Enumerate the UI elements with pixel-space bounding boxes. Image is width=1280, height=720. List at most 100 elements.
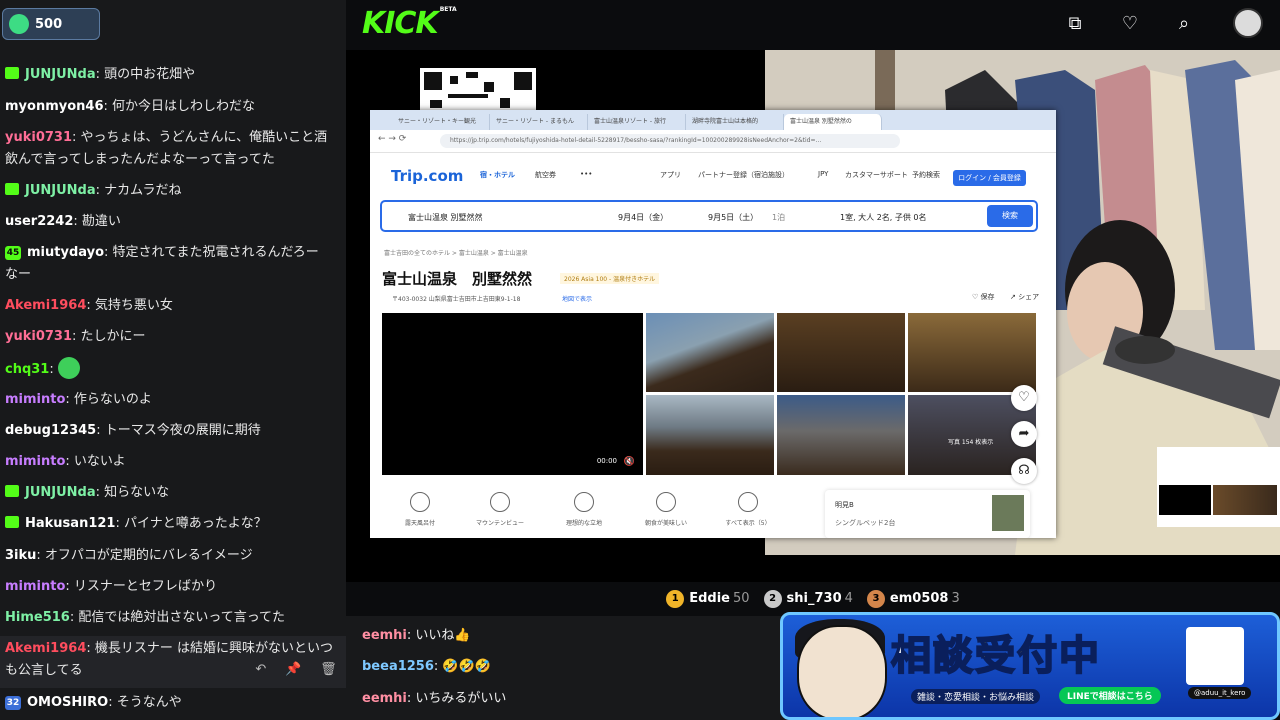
- guests-field[interactable]: 1室, 大人 2名, 子供 0名: [840, 212, 927, 223]
- hotel-photo[interactable]: [646, 395, 774, 475]
- hotel-photo[interactable]: [646, 313, 774, 392]
- chat-username[interactable]: 3iku: [5, 548, 36, 563]
- headset-icon[interactable]: ☊: [1011, 458, 1037, 484]
- tripcom-logo[interactable]: Trip.com: [391, 167, 463, 185]
- nav-bookings[interactable]: 予約検索: [912, 170, 940, 180]
- chat-username[interactable]: JUNJUNda: [25, 485, 96, 500]
- leader-points: 4: [844, 591, 853, 606]
- chat-message: user2242: 勘違い: [5, 214, 121, 229]
- map-link[interactable]: 地図で表示: [562, 294, 592, 303]
- save-button[interactable]: ♡ 保存: [972, 292, 995, 302]
- chat-text: 🤣🤣🤣: [442, 659, 491, 674]
- chat-username[interactable]: OMOSHIRO: [27, 695, 108, 710]
- checkin-date[interactable]: 9月4日（金）: [618, 212, 668, 223]
- leaderboard-entry[interactable]: 1 Eddie 50: [666, 590, 750, 608]
- search-place[interactable]: 富士山温泉 別墅然然: [408, 212, 483, 223]
- consultation-banner: 相談受付中 雑談・恋愛相談・お悩み相談 LINEで相談はこちら @aduu_it…: [780, 612, 1280, 720]
- points-count: 500: [35, 16, 63, 32]
- nav-currency[interactable]: JPY: [818, 170, 828, 178]
- channel-points-button[interactable]: 500: [2, 8, 100, 40]
- hotel-photo[interactable]: [777, 313, 905, 392]
- rank-badge: 1: [666, 590, 685, 608]
- chat-username[interactable]: miminto: [5, 454, 65, 469]
- back-arrow-icon[interactable]: ← → ⟳: [378, 134, 406, 144]
- chat-username[interactable]: miminto: [5, 579, 65, 594]
- overlay-chat-message: beea1256: 🤣🤣🤣: [362, 659, 491, 674]
- chat-username[interactable]: miminto: [5, 392, 65, 407]
- chat-username: eemhi: [362, 628, 407, 643]
- chat-username[interactable]: chq31: [5, 362, 49, 377]
- leaderboard-entry[interactable]: 2 shi_730 4: [763, 590, 853, 608]
- search-icon[interactable]: ⌕: [1172, 12, 1196, 36]
- chat-username[interactable]: JUNJUNda: [25, 67, 96, 82]
- chat-message: yuki0731: やっちょは、うどんさんに、俺酷いこと酒 飲んで言ってしまったん…: [5, 130, 328, 167]
- room-card[interactable]: 明見B シングルベッド2台: [825, 490, 1030, 538]
- chat-username[interactable]: debug12345: [5, 423, 96, 438]
- points-icon: [9, 14, 29, 34]
- browser-tab[interactable]: 湖畔寺院富士山は本格的: [686, 114, 784, 130]
- chat-text: 頭の中お花畑や: [104, 67, 196, 82]
- nav-partner[interactable]: パートナー登録（宿泊施設）: [698, 170, 789, 180]
- chat-username[interactable]: myonmyon46: [5, 99, 104, 114]
- subscriber-badge: 45: [5, 246, 21, 260]
- chat-text: オフパコが定期的にバレるイメージ: [44, 548, 253, 563]
- browser-tab[interactable]: サニー・リゾート・キー観光: [392, 114, 490, 130]
- theater-mode-icon[interactable]: ⧉: [1063, 12, 1087, 36]
- chat-username[interactable]: yuki0731: [5, 329, 72, 344]
- subscriber-gift-icon: [5, 516, 19, 528]
- qr-code-overlay: [420, 68, 536, 112]
- kick-logo[interactable]: KICK BETA: [362, 6, 457, 41]
- chat-username[interactable]: Akemi1964: [5, 298, 86, 313]
- nav-hotels[interactable]: 宿・ホテル: [480, 170, 515, 180]
- chat-text: トーマス今夜の展開に期待: [104, 423, 261, 438]
- share-button[interactable]: ↗ シェア: [1010, 292, 1039, 302]
- chat-username[interactable]: Akemi1964: [5, 641, 86, 656]
- favorite-heart-icon[interactable]: ♡: [1011, 385, 1037, 411]
- browser-tab[interactable]: 富士山温泉リゾート - 旅行: [588, 114, 686, 130]
- chat-message: Akemi1964: 気持ち悪い女: [5, 298, 173, 313]
- nav-app[interactable]: アプリ: [660, 170, 681, 180]
- banner-qr-code: [1186, 627, 1244, 685]
- browser-tab[interactable]: サニー・リゾート - まるもん: [490, 114, 588, 130]
- chat-message: miminto: リスナーとセフレばかり: [5, 579, 218, 594]
- leader-points: 3: [951, 591, 960, 606]
- chat-username[interactable]: Hakusan121: [25, 516, 115, 531]
- leader-user: em0508: [889, 591, 949, 606]
- chat-panel: 500 ↶ 📌 🗑 JUNJUNda: 頭の中お花畑や myonmyon46: 何…: [0, 0, 346, 720]
- chat-text: やっちょは、うどんさんに、俺酷いこと酒: [80, 130, 328, 145]
- checkout-date[interactable]: 9月5日（土）: [708, 212, 758, 223]
- amenity-item: 理想的な立地: [554, 492, 614, 527]
- amenity-show-all[interactable]: すべて表示（5）: [718, 492, 778, 527]
- leaderboard-entry[interactable]: 3 em0508 3: [866, 590, 960, 608]
- url-field[interactable]: https://jp.trip.com/hotels/fujiyoshida-h…: [440, 134, 900, 148]
- chat-username[interactable]: user2242: [5, 214, 73, 229]
- hotel-photo[interactable]: [777, 395, 905, 475]
- share-arrow-icon[interactable]: ➦: [1011, 421, 1037, 447]
- chat-username[interactable]: yuki0731: [5, 130, 72, 145]
- leader-points: 50: [733, 591, 750, 606]
- favorites-heart-icon[interactable]: ♡: [1118, 12, 1142, 36]
- chat-username[interactable]: miutydayo: [27, 245, 104, 260]
- chat-text: たしかにー: [80, 329, 146, 344]
- chat-username: beea1256: [362, 659, 434, 674]
- chat-text-cont: も公言してる: [5, 663, 83, 678]
- login-button[interactable]: ログイン / 会員登録: [953, 170, 1026, 186]
- hotel-name: 富士山温泉 別墅然然: [382, 270, 533, 288]
- nav-support[interactable]: カスタマーサポート: [845, 170, 908, 180]
- browser-tabs: サニー・リゾート・キー観光 サニー・リゾート - まるもん 富士山温泉リゾート …: [370, 110, 1056, 130]
- hotel-video[interactable]: 00:00 🔇: [382, 313, 643, 475]
- nav-more[interactable]: •••: [580, 170, 592, 178]
- preview-thumbnail: [1157, 447, 1280, 527]
- nav-flights[interactable]: 航空券: [535, 170, 556, 180]
- chat-message: debug12345: トーマス今夜の展開に期待: [5, 423, 261, 438]
- chat-username[interactable]: Hime516: [5, 610, 70, 625]
- hotel-photo[interactable]: [908, 313, 1036, 392]
- search-button[interactable]: 検索: [987, 205, 1033, 227]
- chat-text: 機長リスナー は結婚に興味がないといつ: [94, 641, 334, 656]
- award-badge: 2026 Asia 100 - 温泉付きホテル: [560, 273, 660, 284]
- chat-message: JUNJUNda: 頭の中お花畑や: [5, 64, 340, 86]
- breadcrumb: 富士吉田の全てのホテル > 富士山温泉 > 富士山温泉: [384, 250, 528, 257]
- chat-username[interactable]: JUNJUNda: [25, 183, 96, 198]
- browser-tab-active[interactable]: 富士山温泉 別墅然然の: [784, 114, 882, 130]
- user-avatar[interactable]: [1233, 8, 1263, 38]
